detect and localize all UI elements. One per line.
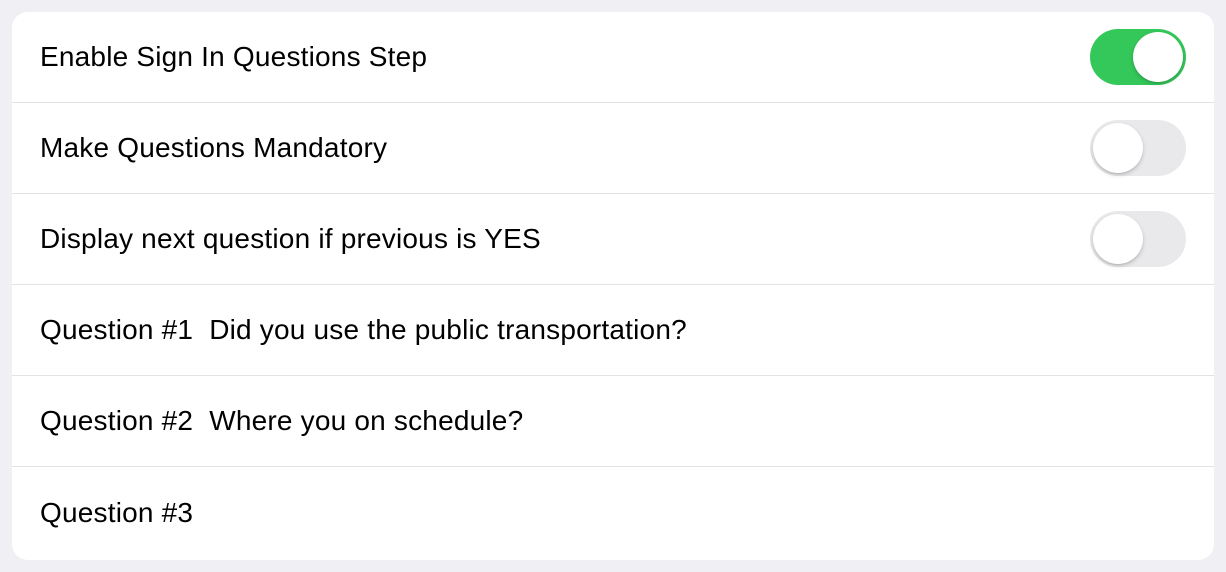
question-prefix: Question #1 <box>40 314 193 346</box>
toggle-knob <box>1133 32 1183 82</box>
question-row-3[interactable]: Question #3 <box>12 467 1214 558</box>
settings-card: Enable Sign In Questions Step Make Quest… <box>12 12 1214 560</box>
toggle-knob <box>1093 123 1143 173</box>
setting-label: Display next question if previous is YES <box>40 223 541 255</box>
toggle-mandatory-questions[interactable] <box>1090 120 1186 176</box>
question-row-1[interactable]: Question #1 Did you use the public trans… <box>12 285 1214 376</box>
question-prefix: Question #2 <box>40 405 193 437</box>
question-text: Did you use the public transportation? <box>209 314 687 346</box>
toggle-enable-signin-questions[interactable] <box>1090 29 1186 85</box>
toggle-knob <box>1093 214 1143 264</box>
question-text: Where you on schedule? <box>209 405 523 437</box>
question-row-2[interactable]: Question #2 Where you on schedule? <box>12 376 1214 467</box>
toggle-display-next-if-yes[interactable] <box>1090 211 1186 267</box>
setting-row-display-next-if-yes: Display next question if previous is YES <box>12 194 1214 285</box>
setting-label: Make Questions Mandatory <box>40 132 387 164</box>
setting-label: Enable Sign In Questions Step <box>40 41 427 73</box>
setting-row-enable-signin-questions: Enable Sign In Questions Step <box>12 12 1214 103</box>
question-prefix: Question #3 <box>40 497 193 529</box>
setting-row-mandatory-questions: Make Questions Mandatory <box>12 103 1214 194</box>
